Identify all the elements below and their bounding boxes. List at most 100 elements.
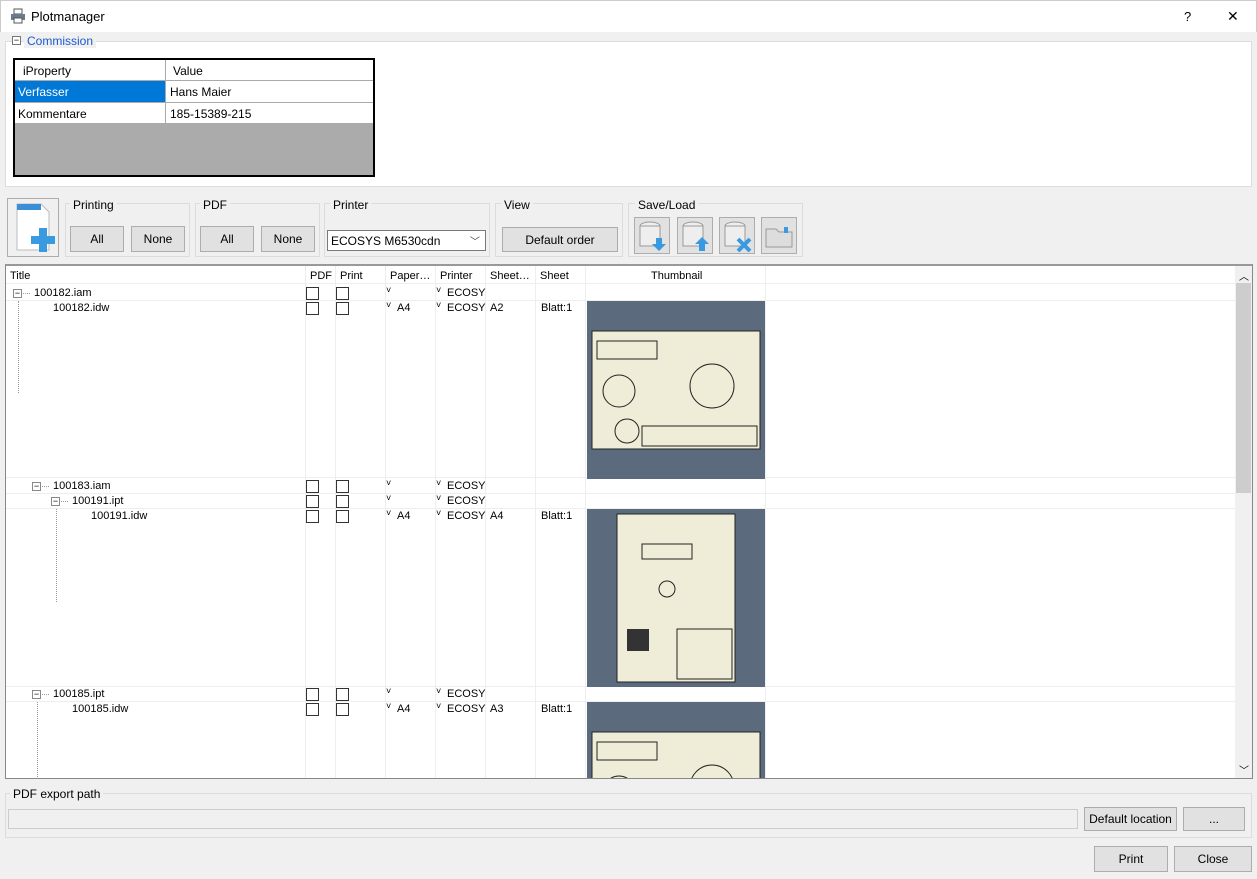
default-order-button[interactable]: Default order — [502, 227, 618, 252]
grid-header: Title PDF Print Paper… Printer Sheet… Sh… — [6, 266, 1235, 284]
scroll-down-icon[interactable]: ﹀ — [1239, 762, 1249, 777]
printer-dropdown-icon[interactable]: ˅ — [436, 686, 441, 696]
paper-dropdown-icon[interactable]: ˅ — [386, 508, 391, 518]
pdf-checkbox[interactable] — [306, 688, 319, 701]
row-title: 100185.idw — [72, 703, 129, 715]
print-checkbox[interactable] — [336, 302, 349, 315]
printer-dropdown-icon[interactable]: ˅ — [436, 493, 441, 503]
printer-value[interactable]: ECOSY — [447, 480, 486, 492]
database-load-icon — [682, 221, 709, 251]
printer-value[interactable]: ECOSY — [447, 495, 486, 507]
table-row[interactable]: − 100185.ipt ˅ ˅ ECOSY — [6, 686, 1235, 702]
sheet-value: Blatt:1 — [541, 703, 573, 715]
paper-dropdown-icon[interactable]: ˅ — [386, 701, 391, 711]
pdf-all-button[interactable]: All — [200, 226, 254, 252]
header-value: Value — [173, 64, 203, 78]
expand-collapse-icon[interactable]: − — [32, 690, 41, 699]
add-document-button[interactable] — [7, 198, 59, 257]
default-location-button[interactable]: Default location — [1084, 807, 1177, 831]
browse-button[interactable]: ... — [1183, 807, 1245, 831]
table-row[interactable]: − 100182.iam ˅ ˅ ECOSY — [6, 285, 1235, 301]
printing-none-button[interactable]: None — [131, 226, 185, 252]
paper-dropdown-icon[interactable]: ˅ — [386, 478, 391, 488]
pdf-export-path-input[interactable] — [8, 809, 1078, 829]
iproperty-grid: iProperty Value Verfasser Hans Maier Kom… — [13, 58, 375, 177]
print-checkbox[interactable] — [336, 480, 349, 493]
pdf-checkbox[interactable] — [306, 302, 319, 315]
property-value-kommentare[interactable]: 185-15389-215 — [165, 102, 373, 124]
paper-dropdown-icon[interactable]: ˅ — [386, 493, 391, 503]
pdf-checkbox[interactable] — [306, 287, 319, 300]
printer-dropdown-icon[interactable]: ˅ — [436, 508, 441, 518]
pdf-checkbox[interactable] — [306, 510, 319, 523]
paper-value[interactable]: A4 — [397, 510, 410, 522]
pdf-none-button[interactable]: None — [261, 226, 315, 252]
header-iproperty: iProperty — [23, 64, 72, 78]
column-pdf[interactable]: PDF — [310, 270, 332, 282]
pdf-checkbox[interactable] — [306, 480, 319, 493]
property-key-verfasser[interactable]: Verfasser — [15, 81, 165, 102]
print-checkbox[interactable] — [336, 510, 349, 523]
close-button[interactable]: Close — [1174, 846, 1252, 872]
printer-value[interactable]: ECOSY — [447, 703, 486, 715]
window-title: Plotmanager — [31, 9, 105, 24]
print-checkbox[interactable] — [336, 703, 349, 716]
printer-dropdown-icon[interactable]: ˅ — [436, 478, 441, 488]
printing-all-button[interactable]: All — [70, 226, 124, 252]
print-checkbox[interactable] — [336, 287, 349, 300]
table-row[interactable]: − 100191.ipt ˅ ˅ ECOSY — [6, 493, 1235, 509]
row-title: 100191.idw — [91, 510, 148, 522]
printer-dropdown-icon[interactable]: ˅ — [436, 300, 441, 310]
open-folder-button[interactable] — [761, 217, 797, 254]
load-settings-button[interactable] — [677, 217, 713, 254]
pdf-checkbox[interactable] — [306, 495, 319, 508]
table-row[interactable]: 100182.idw ˅ A4 ˅ ECOSY A2 Blatt:1 — [6, 300, 1235, 479]
paper-dropdown-icon[interactable]: ˅ — [386, 686, 391, 696]
property-key-kommentare[interactable]: Kommentare — [15, 102, 165, 124]
help-button[interactable]: ? — [1184, 9, 1191, 24]
column-print[interactable]: Print — [340, 270, 363, 282]
print-checkbox[interactable] — [336, 495, 349, 508]
drawing-thumbnail — [587, 702, 765, 778]
column-sheet[interactable]: Sheet — [540, 270, 569, 282]
printer-select[interactable]: ECOSYS M6530cdn ﹀ — [327, 230, 486, 251]
scroll-up-icon[interactable]: ︿ — [1239, 268, 1249, 283]
paper-value[interactable]: A4 — [397, 302, 410, 314]
column-printer[interactable]: Printer — [440, 270, 472, 282]
expand-collapse-icon[interactable]: − — [32, 482, 41, 491]
printer-value[interactable]: ECOSY — [447, 510, 486, 522]
close-window-button[interactable]: ✕ — [1227, 8, 1239, 25]
pdf-checkbox[interactable] — [306, 703, 319, 716]
printer-label: Printer — [330, 198, 372, 212]
print-checkbox[interactable] — [336, 688, 349, 701]
printer-value[interactable]: ECOSY — [447, 302, 486, 314]
row-title: 100185.ipt — [53, 688, 105, 700]
paper-dropdown-icon[interactable]: ˅ — [386, 285, 391, 295]
delete-settings-button[interactable] — [719, 217, 755, 254]
printer-dropdown-icon[interactable]: ˅ — [436, 285, 441, 295]
expand-collapse-icon[interactable]: − — [51, 497, 60, 506]
save-settings-button[interactable] — [634, 217, 670, 254]
printer-value[interactable]: ECOSY — [447, 287, 486, 299]
tree-line — [56, 509, 57, 602]
printer-select-value: ECOSYS M6530cdn — [331, 234, 441, 248]
column-sheet-size[interactable]: Sheet… — [490, 270, 530, 282]
vertical-scrollbar[interactable]: ︿ ﹀ — [1235, 266, 1252, 778]
table-row[interactable]: − 100183.iam ˅ ˅ ECOSY — [6, 478, 1235, 494]
add-document-icon — [16, 203, 55, 252]
paper-value[interactable]: A4 — [397, 703, 410, 715]
paper-dropdown-icon[interactable]: ˅ — [386, 300, 391, 310]
collapse-icon[interactable]: − — [12, 36, 21, 45]
database-save-icon — [639, 221, 666, 251]
property-value-verfasser[interactable]: Hans Maier — [165, 81, 373, 102]
column-paper[interactable]: Paper… — [390, 270, 430, 282]
scrollbar-thumb[interactable] — [1236, 283, 1251, 493]
print-button[interactable]: Print — [1094, 846, 1168, 872]
column-title[interactable]: Title — [10, 270, 30, 282]
table-row[interactable]: 100191.idw ˅ A4 ˅ ECOSY A4 Blatt:1 — [6, 508, 1235, 687]
expand-collapse-icon[interactable]: − — [13, 289, 22, 298]
printer-dropdown-icon[interactable]: ˅ — [436, 701, 441, 711]
printer-value[interactable]: ECOSY — [447, 688, 486, 700]
table-row[interactable]: 100185.idw ˅ A4 ˅ ECOSY A3 Blatt:1 — [6, 701, 1235, 778]
column-thumbnail[interactable]: Thumbnail — [651, 270, 702, 282]
